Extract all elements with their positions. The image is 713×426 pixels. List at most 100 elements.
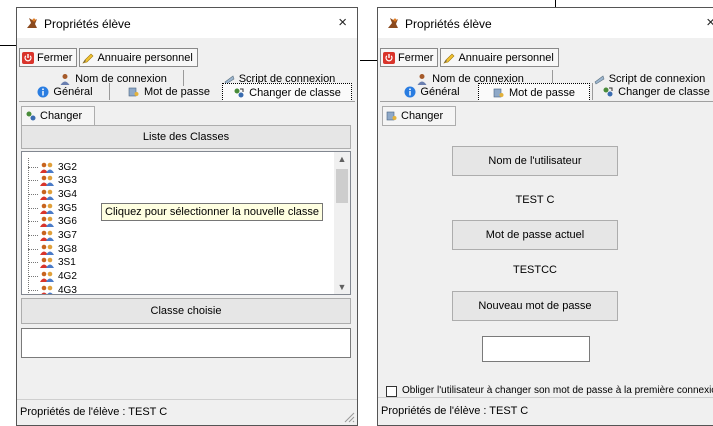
status-bar: Propriétés de l'élève : TEST C [17, 399, 357, 425]
tab-password-label: Mot de passe [143, 85, 211, 98]
class-item-label: 4G3 [58, 284, 77, 295]
tab-panel-border [19, 101, 355, 102]
background-line [0, 45, 16, 46]
close-button-label: Fermer [37, 51, 73, 64]
toolbar: Fermer Annuaire personnel [19, 48, 198, 68]
tree-trunk-line [28, 158, 29, 294]
tab-row-bottom: Général Mot de passe Changer de classe [378, 83, 713, 102]
chosen-class-field[interactable] [21, 328, 351, 358]
class-item[interactable]: 3G8 [28, 243, 77, 255]
class-item[interactable]: 3G5 [28, 202, 77, 214]
tab-change-class-label: Changer de classe [618, 85, 710, 98]
username-value: TEST C [515, 194, 555, 206]
close-button[interactable]: Fermer [380, 48, 439, 67]
window-title: Propriétés élève [405, 17, 492, 31]
tab-general[interactable]: Général [29, 83, 101, 100]
chosen-class-header-label: Classe choisie [150, 305, 222, 317]
group-icon [40, 162, 54, 173]
swap-class-icon [26, 111, 36, 121]
tab-general-label: Général [420, 85, 460, 98]
force-change-checkbox[interactable] [386, 386, 397, 397]
student-properties-window-left: Propriétés élève × Fermer Annuaire perso… [16, 7, 358, 426]
power-icon [383, 51, 395, 64]
vertical-scrollbar[interactable]: ▲ ▼ [334, 152, 350, 294]
tree-connector [28, 193, 38, 195]
group-icon [40, 271, 54, 283]
class-item[interactable]: 3G6 [28, 216, 77, 228]
username-button[interactable]: Nom de l'utilisateur [452, 146, 618, 176]
tab-change-class-label: Changer de classe [249, 86, 341, 99]
change-button[interactable]: Changer [382, 106, 456, 126]
change-button[interactable]: Changer [21, 106, 95, 126]
class-item[interactable]: 3G7 [28, 230, 77, 242]
window-title: Propriétés élève [44, 17, 131, 31]
tab-password[interactable]: Mot de passe [121, 83, 217, 100]
tab-general[interactable]: Général [396, 83, 468, 100]
class-item[interactable]: 4G2 [28, 271, 77, 283]
tooltip: Cliquez pour sélectionner la nouvelle cl… [101, 203, 324, 221]
class-item-label: 3G5 [58, 202, 77, 214]
pen-icon [82, 53, 94, 63]
close-window-button[interactable]: × [338, 15, 347, 30]
title-bar: Propriétés élève × [378, 8, 713, 38]
student-properties-window-right: Propriétés élève × Fermer Annuaire perso… [377, 7, 713, 426]
new-password-button[interactable]: Nouveau mot de passe [452, 291, 618, 321]
directory-button[interactable]: Annuaire personnel [440, 48, 559, 67]
title-bar: Propriétés élève × [17, 8, 357, 38]
bird-icon [388, 18, 398, 28]
status-text: Propriétés de l'élève : TEST C [381, 405, 529, 417]
current-password-button[interactable]: Mot de passe actuel [452, 220, 618, 250]
current-password-value: TESTCC [513, 264, 557, 276]
group-icon [40, 189, 54, 200]
tree-connector [28, 207, 38, 209]
close-button-label: Fermer [398, 51, 434, 64]
force-change-label[interactable]: Obliger l'utilisateur à changer son mot … [402, 385, 713, 396]
tree-connector [28, 262, 38, 264]
class-list-header[interactable]: Liste des Classes [21, 125, 351, 149]
class-item-label: 4G2 [58, 271, 77, 283]
class-item[interactable]: 3S1 [28, 257, 76, 269]
directory-button[interactable]: Annuaire personnel [79, 48, 198, 67]
bird-icon [27, 18, 37, 28]
new-password-field[interactable] [482, 336, 590, 362]
tree-connector [28, 248, 38, 250]
group-icon [40, 203, 54, 214]
close-window-button[interactable]: × [706, 15, 713, 30]
group-icon [40, 258, 54, 269]
class-item[interactable]: 4G3 [28, 284, 77, 295]
swap-class-icon [603, 87, 613, 96]
tab-panel-border [380, 101, 713, 102]
class-list[interactable]: 3G2 3G3 3G4 3G5 3G6 3G7 3G8 3S1 4G2 4G3 ▲ ▼ [21, 151, 351, 295]
tab-password[interactable]: Mot de passe [478, 83, 590, 102]
new-password-button-label: Nouveau mot de passe [478, 300, 592, 312]
class-item[interactable]: 3G2 [28, 161, 77, 173]
change-button-label: Changer [40, 110, 83, 122]
resize-grip-icon[interactable] [344, 412, 355, 423]
scroll-down-arrow[interactable]: ▼ [334, 282, 350, 292]
group-icon [40, 230, 54, 241]
group-icon [40, 216, 54, 228]
tab-separator [109, 83, 110, 100]
tab-change-class[interactable]: Changer de classe [600, 83, 712, 100]
scroll-thumb[interactable] [336, 169, 348, 203]
class-list-header-label: Liste des Classes [142, 131, 230, 143]
key-icon [386, 111, 397, 121]
scroll-up-arrow[interactable]: ▲ [334, 154, 350, 164]
username-button-label: Nom de l'utilisateur [488, 155, 582, 167]
tree-connector [28, 276, 38, 278]
class-item[interactable]: 3G3 [28, 175, 77, 187]
directory-button-label: Annuaire personnel [97, 51, 193, 64]
current-password-button-label: Mot de passe actuel [485, 229, 585, 241]
tab-change-class[interactable]: Changer de classe [222, 83, 352, 102]
class-item-label: 3G6 [58, 216, 77, 228]
close-button[interactable]: Fermer [19, 48, 78, 67]
class-item-label: 3G2 [58, 161, 77, 173]
power-icon [22, 51, 34, 64]
chosen-class-header[interactable]: Classe choisie [21, 298, 351, 324]
pen-icon [443, 53, 455, 63]
class-item-label: 3G3 [58, 175, 77, 187]
tab-password-label: Mot de passe [508, 86, 576, 99]
info-icon [404, 86, 416, 97]
group-icon [40, 175, 54, 187]
class-item[interactable]: 3G4 [28, 188, 77, 200]
